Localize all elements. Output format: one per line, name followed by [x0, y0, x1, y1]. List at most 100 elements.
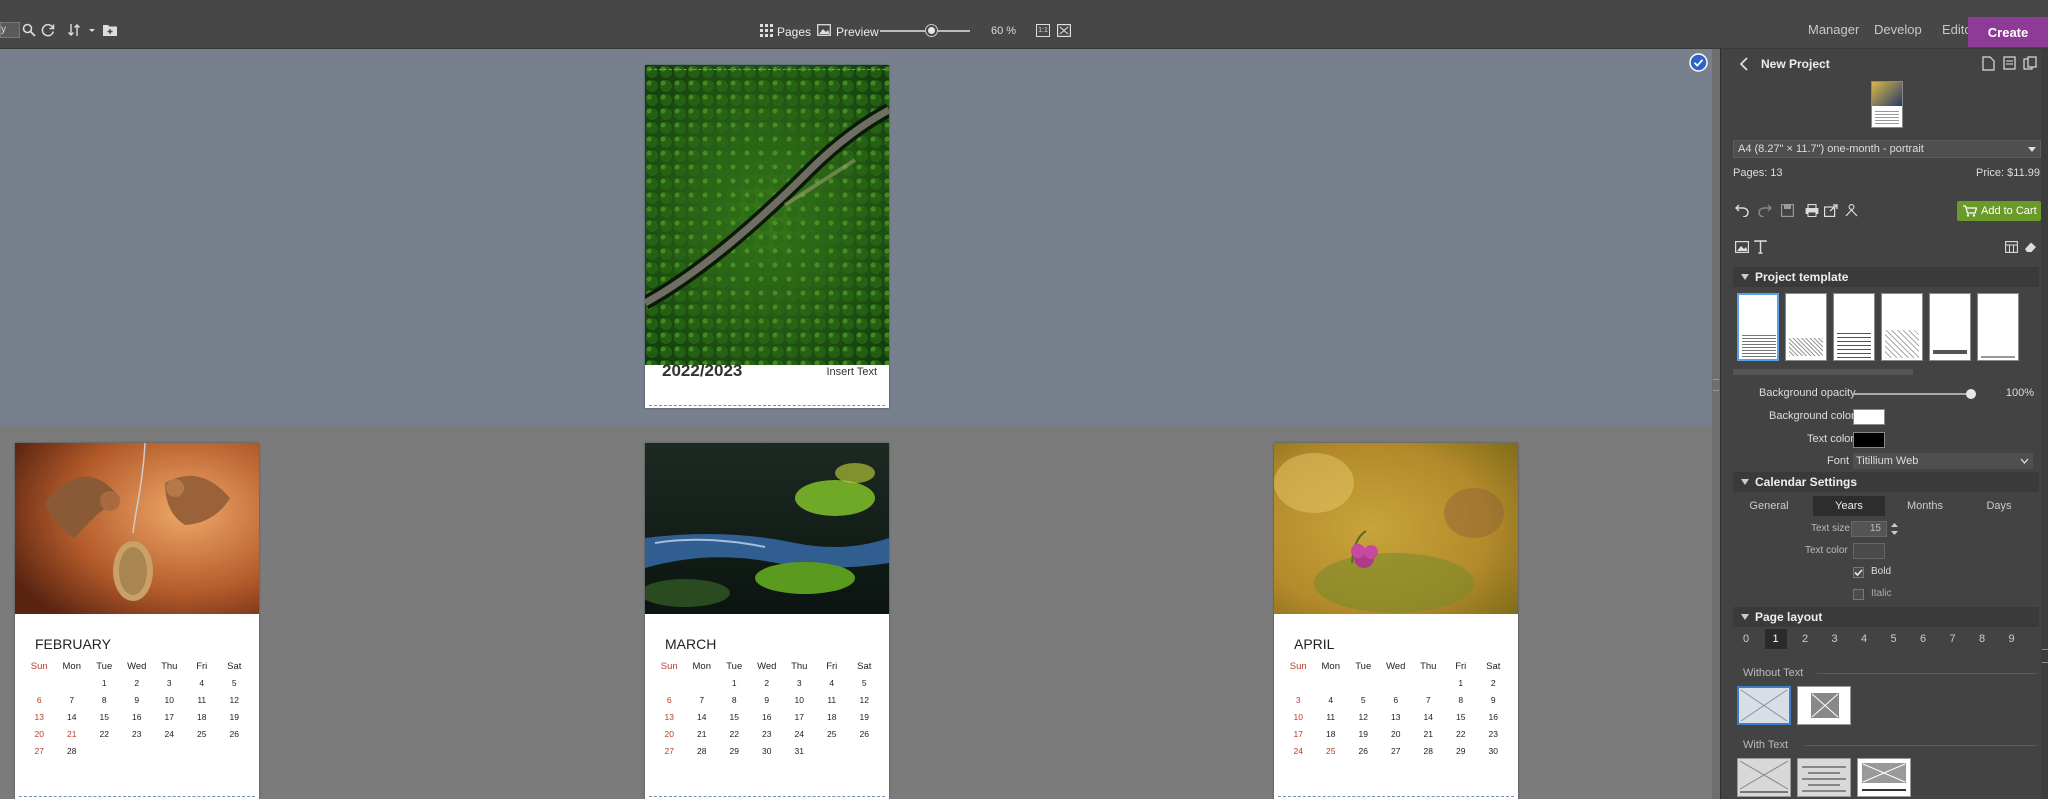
march-bottom-guide: [649, 796, 885, 797]
project-title: New Project: [1761, 57, 1830, 71]
background-opacity-knob[interactable]: [1966, 389, 1976, 399]
search-icon[interactable]: [22, 23, 36, 37]
undo-icon[interactable]: [1735, 204, 1749, 217]
format-dropdown[interactable]: A4 (8.27" × 11.7") one-month - portrait: [1733, 140, 2041, 158]
selected-check-icon[interactable]: [1689, 53, 1708, 72]
background-color-swatch[interactable]: [1853, 409, 1885, 425]
layout-with-text-2[interactable]: [1797, 758, 1851, 797]
march-photo-stream[interactable]: [645, 443, 889, 614]
day-cell: 8: [1458, 695, 1464, 705]
april-photo-flower[interactable]: [1274, 443, 1518, 614]
zoom-actual-size-button[interactable]: 1:1: [1036, 24, 1050, 37]
new-page-icon[interactable]: [1982, 56, 1995, 71]
cal-tab-years[interactable]: Years: [1813, 496, 1885, 516]
text-size-input[interactable]: 15: [1851, 521, 1887, 537]
week-row: 13 14 15 16 17 18 19: [653, 712, 881, 725]
zoom-slider-track[interactable]: [880, 30, 970, 32]
preview-image-icon[interactable]: [817, 24, 831, 36]
layout-without-text-2[interactable]: [1797, 686, 1851, 725]
pages-grid-icon[interactable]: [760, 24, 773, 37]
canvas-scrollbar[interactable]: [1712, 49, 1720, 799]
template-option-3[interactable]: [1833, 293, 1875, 361]
sort-icon[interactable]: [68, 23, 96, 37]
day-cell: 3: [796, 678, 802, 688]
text-color-swatch[interactable]: [1853, 432, 1885, 448]
add-to-cart-button[interactable]: Add to Cart: [1957, 201, 2041, 221]
panel-scrollbar[interactable]: [2041, 49, 2048, 799]
template-option-1[interactable]: [1737, 293, 1779, 361]
font-dropdown[interactable]: Titillium Web: [1853, 453, 2033, 469]
template-option-2[interactable]: [1785, 293, 1827, 361]
page-layout-header[interactable]: Page layout: [1733, 607, 2039, 627]
calendar-layout-icon[interactable]: [2005, 241, 2018, 253]
cal-tab-days[interactable]: Days: [1971, 496, 2027, 516]
pages-canvas[interactable]: 2022/2023 Insert Text FEBRUARY Sun Mon Tue…: [0, 49, 1712, 799]
view-preview-button[interactable]: Preview: [836, 25, 879, 39]
layout-without-text-1[interactable]: [1737, 686, 1791, 725]
layout-number-7[interactable]: 7: [1942, 629, 1964, 649]
cal-tab-general[interactable]: General: [1741, 496, 1797, 516]
cal-text-color-swatch[interactable]: [1853, 543, 1885, 559]
template-option-6[interactable]: [1977, 293, 2019, 361]
text-size-stepper-icon[interactable]: [1891, 522, 1898, 536]
layout-number-8[interactable]: 8: [1971, 629, 1993, 649]
layout-number-1[interactable]: 1: [1764, 629, 1787, 649]
cover-page[interactable]: 2022/2023 Insert Text: [645, 65, 889, 408]
calendar-settings-header[interactable]: Calendar Settings: [1733, 472, 2039, 492]
layout-number-3[interactable]: 3: [1824, 629, 1846, 649]
refresh-icon[interactable]: [41, 23, 55, 37]
bold-checkbox[interactable]: [1853, 567, 1864, 578]
eraser-icon[interactable]: [2024, 241, 2037, 253]
save-icon[interactable]: [1781, 204, 1794, 217]
layout-number-9[interactable]: 9: [2001, 629, 2023, 649]
project-template-header[interactable]: Project template: [1733, 267, 2039, 287]
layout-number-2[interactable]: 2: [1794, 629, 1816, 649]
april-calendar-grid: Sun Mon Tue Wed Thu Fri Sat 1 2 3 4 5 6 7 8 9 10 11 12 13 14…: [1282, 661, 1510, 759]
day-cell: 1: [731, 678, 737, 688]
print-icon[interactable]: [1805, 204, 1819, 217]
italic-checkbox[interactable]: [1853, 589, 1864, 600]
day-cell: 27: [664, 746, 674, 756]
share-person-icon[interactable]: [1845, 204, 1858, 217]
nav-manager[interactable]: Manager: [1808, 22, 1859, 37]
day-cell: 26: [1358, 746, 1368, 756]
layout-number-5[interactable]: 5: [1883, 629, 1905, 649]
new-folder-icon[interactable]: [103, 24, 117, 36]
february-photo-sparrows[interactable]: [15, 443, 259, 614]
cover-year-text[interactable]: 2022/2023: [662, 361, 742, 381]
month-page-april[interactable]: APRIL Sun Mon Tue Wed Thu Fri Sat 1 2 3 4 5 6 7 8 9 10 11…: [1274, 443, 1518, 799]
insert-text-icon[interactable]: [1754, 240, 1767, 254]
weekday-header-row: Sun Mon Tue Wed Thu Fri Sat: [23, 661, 251, 674]
layout-number-6[interactable]: 6: [1912, 629, 1934, 649]
export-icon[interactable]: [1824, 204, 1838, 217]
template-scrollbar[interactable]: [1733, 369, 1913, 375]
search-input[interactable]: y q3: [0, 22, 20, 38]
month-page-february[interactable]: FEBRUARY Sun Mon Tue Wed Thu Fri Sat 1 2 3 4 5 6 7 8 9 1…: [15, 443, 259, 799]
calendar-settings-title: Calendar Settings: [1755, 475, 1858, 489]
redo-icon[interactable]: [1758, 204, 1772, 217]
template-option-5[interactable]: [1929, 293, 1971, 361]
layout-number-0[interactable]: 0: [1735, 629, 1757, 649]
layout-with-text-1[interactable]: [1737, 758, 1791, 797]
cover-insert-text[interactable]: Insert Text: [826, 366, 877, 378]
duplicate-page-icon[interactable]: [2023, 56, 2037, 70]
february-title[interactable]: FEBRUARY: [35, 636, 111, 652]
page-layout-icon[interactable]: [2003, 56, 2016, 70]
month-page-march[interactable]: MARCH Sun Mon Tue Wed Thu Fri Sat 1 2 3 4 5 6 7 8 9 10 11…: [645, 443, 889, 799]
zoom-slider-knob[interactable]: [926, 25, 937, 36]
nav-create[interactable]: Create: [1968, 17, 2048, 47]
cal-tab-months[interactable]: Months: [1897, 496, 1953, 516]
april-title[interactable]: APRIL: [1294, 636, 1334, 652]
cover-bottom-guide: [649, 405, 885, 406]
back-chevron-icon[interactable]: [1739, 57, 1749, 71]
march-title[interactable]: MARCH: [665, 636, 716, 652]
insert-image-icon[interactable]: [1735, 241, 1749, 253]
view-pages-button[interactable]: Pages: [777, 25, 811, 39]
zoom-fit-icon[interactable]: [1057, 24, 1071, 37]
cover-photo-forest-road[interactable]: [645, 65, 889, 365]
layout-number-4[interactable]: 4: [1853, 629, 1875, 649]
background-opacity-slider[interactable]: [1853, 393, 1971, 395]
nav-develop[interactable]: Develop: [1874, 22, 1922, 37]
template-option-4[interactable]: [1881, 293, 1923, 361]
layout-with-text-3[interactable]: [1857, 758, 1911, 797]
